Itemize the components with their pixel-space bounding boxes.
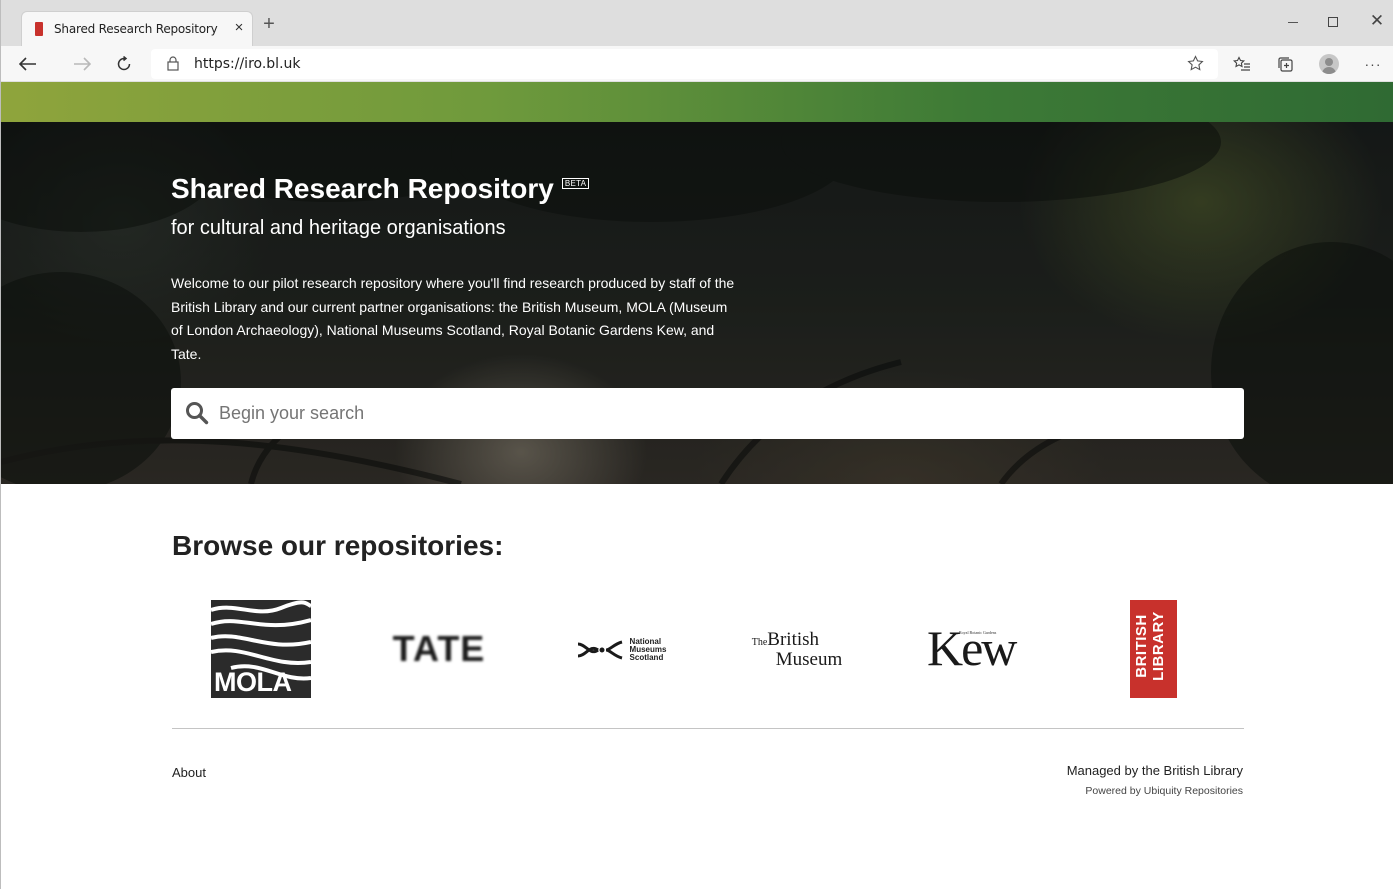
footer-divider <box>172 728 1244 729</box>
browser-window: Shared Research Repository × + ✕ https:/… <box>0 0 1393 889</box>
minimize-button[interactable] <box>1273 8 1313 34</box>
window-close-button[interactable]: ✕ <box>1357 8 1393 34</box>
british-library-logo: BRITISH LIBRARY <box>1133 597 1167 695</box>
powered-by-link[interactable]: Powered by Ubiquity Repositories <box>1085 785 1243 797</box>
british-museum-logo: TheBritish Museum <box>751 628 843 670</box>
refresh-icon <box>117 56 131 71</box>
favorites-list-icon[interactable] <box>1231 53 1253 75</box>
kew-small-text: Royal Botanic Gardens <box>959 630 997 635</box>
british-library-logo-link[interactable]: BRITISH LIBRARY <box>1130 600 1177 698</box>
new-tab-icon[interactable]: + <box>260 14 278 34</box>
about-link[interactable]: About <box>172 765 206 780</box>
mola-logo-link[interactable]: MOLA <box>211 600 311 698</box>
tab-close-icon[interactable]: × <box>230 19 248 37</box>
bm-line-1: British <box>767 628 820 650</box>
hero-banner: Shared Research Repository BETA for cultu… <box>1 122 1393 484</box>
site-title-text: Shared Research Repository <box>171 173 554 204</box>
kew-logo-link[interactable]: Kew Royal Botanic Gardens <box>925 622 1025 674</box>
nms-logo-text: National Museums Scotland <box>630 638 667 662</box>
refresh-button[interactable] <box>111 51 137 77</box>
browse-heading: Browse our repositories: <box>172 530 504 561</box>
bm-the: The <box>751 636 768 648</box>
title-bar: Shared Research Repository × + ✕ <box>1 0 1393 46</box>
site-subtitle: for cultural and heritage organisations <box>171 217 506 239</box>
nms-logo-link[interactable]: National Museums Scotland <box>569 630 673 670</box>
address-bar[interactable]: https://iro.bl.uk <box>151 49 1218 79</box>
avatar-icon <box>1319 54 1339 74</box>
profile-button[interactable] <box>1318 53 1340 75</box>
search-box <box>171 388 1244 439</box>
bm-line-2: Museum <box>775 648 843 670</box>
tab-title: Shared Research Repository <box>54 22 218 36</box>
nms-line-3: Scotland <box>629 653 664 662</box>
beta-badge: BETA <box>561 178 590 189</box>
forward-button[interactable] <box>69 51 95 77</box>
kew-logo: Kew Royal Botanic Gardens <box>925 622 1025 674</box>
welcome-text: Welcome to our pilot research repository… <box>171 275 735 362</box>
favicon-icon <box>35 22 43 36</box>
more-menu-button[interactable]: ··· <box>1362 53 1384 75</box>
back-arrow-icon <box>19 57 36 71</box>
british-museum-logo-link[interactable]: TheBritish Museum <box>747 628 847 670</box>
mola-logo-text: MOLA <box>214 667 292 697</box>
url-text: https://iro.bl.uk <box>194 56 301 72</box>
site-header-bar <box>1 82 1393 122</box>
browser-toolbar: https://iro.bl.uk ··· <box>1 46 1393 82</box>
browser-tab[interactable]: Shared Research Repository × <box>21 11 253 46</box>
collections-icon[interactable] <box>1274 53 1296 75</box>
more-icon: ··· <box>1364 56 1382 72</box>
bl-line-2: LIBRARY <box>1150 611 1167 681</box>
maximize-button[interactable] <box>1313 8 1353 34</box>
search-input[interactable] <box>219 388 1229 439</box>
site-title: Shared Research Repository BETA <box>171 173 590 205</box>
tate-logo-link[interactable]: TATE <box>389 628 489 670</box>
nms-logo-mark <box>577 640 622 660</box>
managed-by-text: Managed by the British Library <box>1066 763 1243 778</box>
forward-arrow-icon <box>74 57 91 71</box>
search-icon[interactable] <box>185 401 209 425</box>
maximize-icon <box>1328 17 1338 28</box>
bl-line-1: BRITISH <box>1133 614 1150 678</box>
favorite-star-icon[interactable] <box>1187 55 1204 72</box>
tate-logo: TATE <box>392 628 486 669</box>
lock-icon <box>167 56 179 71</box>
minimize-icon <box>1288 21 1298 23</box>
back-button[interactable] <box>15 51 41 77</box>
